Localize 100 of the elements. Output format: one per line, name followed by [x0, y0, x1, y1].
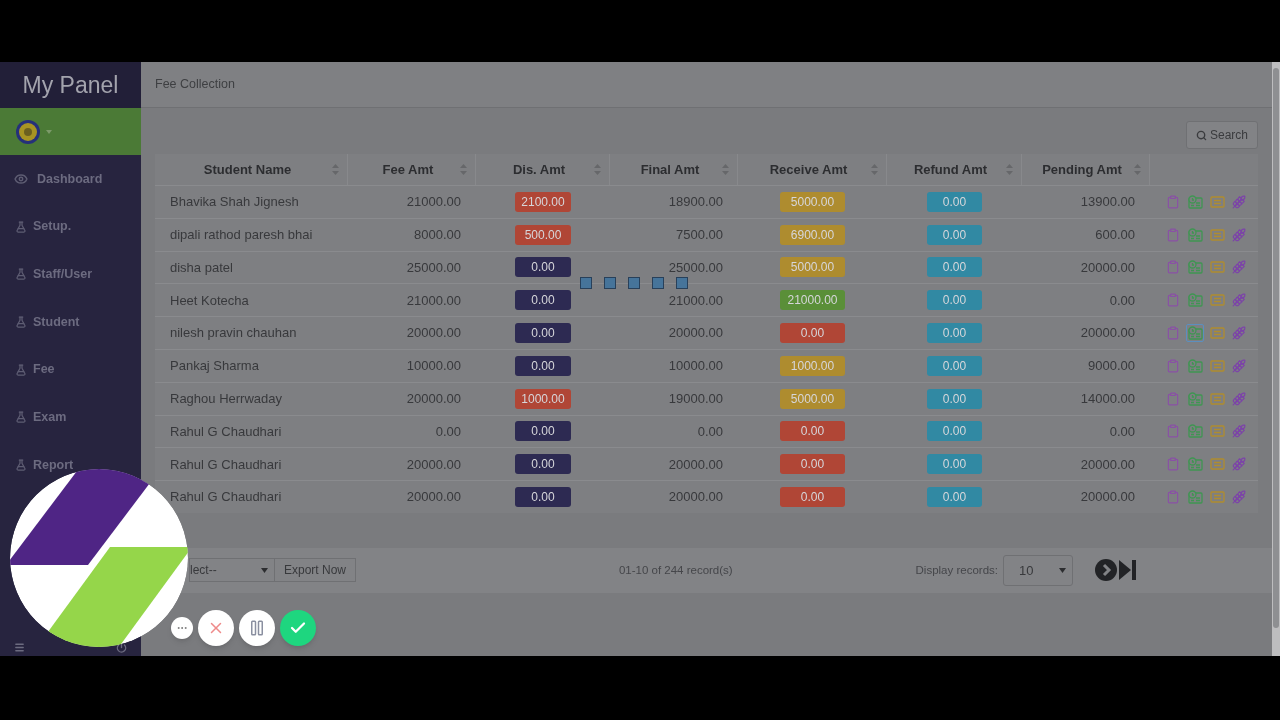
amount-badge: 1000.00: [515, 388, 571, 409]
amount-text: 20000.00: [668, 488, 723, 507]
student-name: Bhavika Shah Jignesh: [170, 193, 299, 212]
amount-badge: 0.00: [927, 388, 982, 409]
column-header[interactable]: Final Amt: [610, 154, 738, 185]
amount-text: 21000.00: [406, 291, 461, 310]
sidebar-item[interactable]: Staff/User: [0, 267, 93, 282]
amount-badge: 5000.00: [780, 388, 845, 409]
amount-text: 10000.00: [406, 357, 461, 376]
records-select[interactable]: 10: [1003, 554, 1073, 586]
amount-badge: 1000.00: [780, 355, 845, 376]
column-header[interactable]: Dis. Amt: [476, 154, 610, 185]
column-header[interactable]: Student Name: [155, 154, 348, 185]
amount-badge: 5000.00: [780, 191, 845, 212]
sort-icon: [332, 164, 339, 175]
student-name: Heet Kotecha: [170, 291, 249, 310]
student-name: disha patel: [170, 258, 233, 277]
student-name: Rahul G Chaudhari: [170, 422, 282, 441]
sidebar-item[interactable]: Report: [0, 458, 74, 473]
amount-badge: 0.00: [515, 257, 571, 278]
display-label: Display records:: [915, 562, 998, 578]
amount-badge: 0.00: [927, 355, 982, 376]
amount-text: 7500.00: [676, 225, 723, 244]
amount-text: 20000.00: [406, 324, 461, 343]
caret-icon: [1059, 567, 1066, 573]
amount-badge: 0.00: [927, 224, 982, 245]
sidebar-item[interactable]: Exam: [0, 410, 67, 425]
amount-text: 21000.00: [406, 193, 461, 212]
amount-badge: 0.00: [780, 421, 845, 442]
amount-text: 20000.00: [1080, 488, 1135, 507]
eye-icon: [14, 172, 28, 186]
column-header[interactable]: Refund Amt: [887, 154, 1022, 185]
scrollbar-thumb[interactable]: [1273, 68, 1279, 628]
amount-badge: 0.00: [515, 421, 571, 442]
amount-text: 20000.00: [406, 455, 461, 474]
amount-badge: 6900.00: [780, 224, 845, 245]
sort-icon: [1006, 164, 1013, 175]
brand-title: My Panel: [22, 70, 119, 100]
amount-text: 18900.00: [668, 193, 723, 212]
amount-badge: 2100.00: [515, 191, 571, 212]
export-button[interactable]: Export Now: [274, 558, 356, 583]
amount-badge: 0.00: [780, 487, 845, 508]
student-name: nilesh pravin chauhan: [170, 324, 297, 343]
amount-text: 20000.00: [1080, 324, 1135, 343]
sidebar-item[interactable]: Fee: [0, 362, 55, 377]
amount-badge: 0.00: [515, 454, 571, 475]
amount-text: 9000.00: [1088, 357, 1135, 376]
flask-icon: [15, 316, 27, 329]
amount-text: 0.00: [1109, 291, 1135, 310]
flask-icon: [15, 220, 27, 233]
page-title: Fee Collection: [155, 76, 235, 94]
pause-icon: [248, 619, 266, 637]
emblem-icon[interactable]: [16, 119, 40, 144]
caret-icon: [260, 567, 268, 573]
column-header[interactable]: Receive Amt: [738, 154, 887, 185]
last-page-icon[interactable]: [1119, 559, 1136, 582]
amount-badge: 0.00: [927, 454, 982, 475]
amount-badge: 0.00: [927, 191, 982, 212]
flask-icon: [15, 459, 27, 472]
amount-text: 19000.00: [668, 389, 723, 408]
amount-text: 13900.00: [1080, 193, 1135, 212]
student-name: dipali rathod paresh bhai: [170, 225, 313, 244]
student-name: Raghou Herrwaday: [170, 389, 282, 408]
amount-text: 0.00: [435, 422, 461, 441]
caret-icon[interactable]: [46, 129, 52, 134]
student-name: Rahul G Chaudhari: [170, 455, 282, 474]
sidebar-item[interactable]: Student: [0, 315, 80, 330]
flask-icon: [15, 363, 27, 376]
sort-icon: [722, 164, 729, 175]
next-page-icon[interactable]: [1095, 559, 1117, 582]
export-select[interactable]: lect--: [189, 558, 275, 583]
amount-badge: 0.00: [927, 487, 982, 508]
sidebar-item[interactable]: Dashboard: [0, 172, 103, 186]
amount-badge: 0.00: [927, 290, 982, 311]
sidebar-item[interactable]: Setup.: [0, 219, 72, 234]
column-header[interactable]: Pending Amt: [1022, 154, 1150, 185]
amount-badge: 0.00: [515, 323, 571, 344]
amount-text: 20000.00: [406, 488, 461, 507]
student-name: Pankaj Sharma: [170, 357, 259, 376]
search-icon: [1195, 129, 1207, 141]
amount-text: 20000.00: [406, 389, 461, 408]
student-name: Rahul G Chaudhari: [170, 488, 282, 507]
sort-icon: [594, 164, 601, 175]
sort-icon: [871, 164, 878, 175]
amount-badge: 21000.00: [780, 290, 845, 311]
amount-badge: 0.00: [515, 355, 571, 376]
amount-badge: 0.00: [927, 257, 982, 278]
amount-text: 25000.00: [406, 258, 461, 277]
amount-text: 20000.00: [668, 455, 723, 474]
scrollbar[interactable]: [1272, 62, 1280, 656]
column-header[interactable]: Fee Amt: [348, 154, 476, 185]
flask-icon: [15, 411, 27, 424]
flask-icon: [15, 268, 27, 281]
menu-icon[interactable]: [14, 642, 25, 653]
sort-icon: [460, 164, 467, 175]
amount-badge: 0.00: [780, 323, 845, 344]
amount-text: 20000.00: [1080, 258, 1135, 277]
power-icon[interactable]: [116, 642, 127, 653]
amount-text: 0.00: [1109, 422, 1135, 441]
search-button[interactable]: Search: [1185, 121, 1258, 149]
